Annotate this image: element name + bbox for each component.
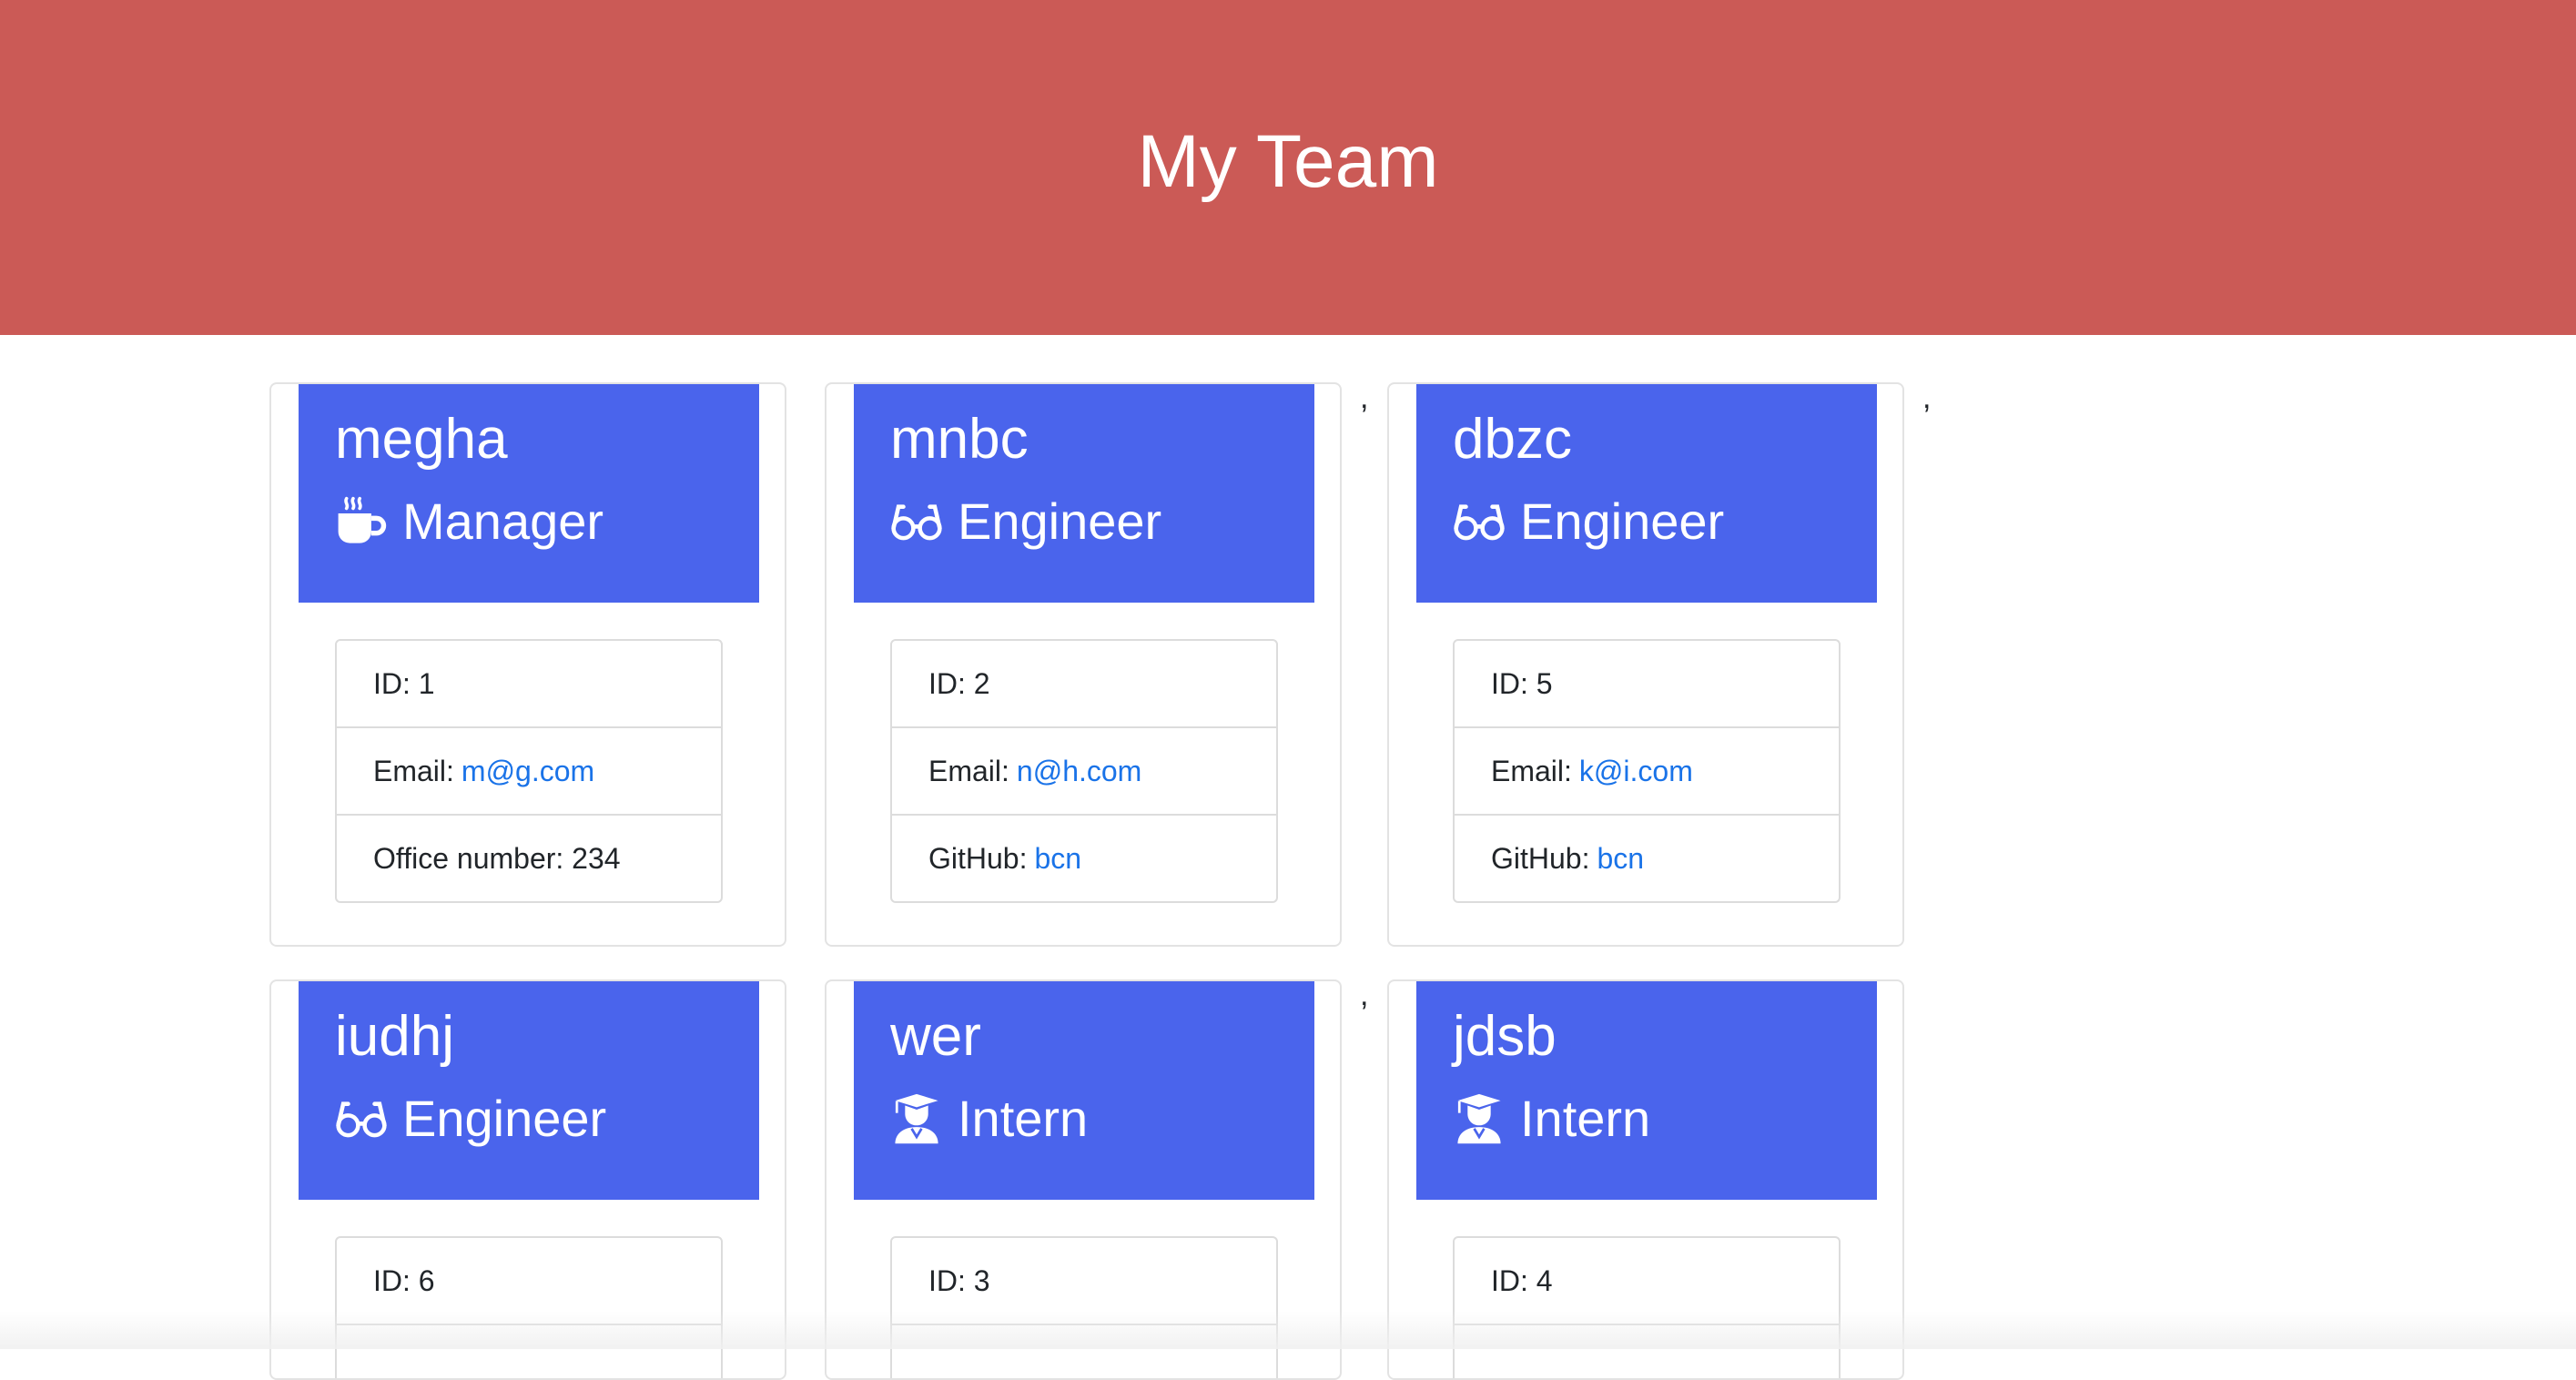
email-label: Email: <box>1491 754 1572 787</box>
list-item-github: GitHub: bcn <box>892 816 1276 901</box>
glasses-icon <box>335 1092 388 1145</box>
role-label: Intern <box>958 1090 1089 1147</box>
office-number-text: Office number: 234 <box>373 841 621 875</box>
email-label: Email: <box>928 754 1009 787</box>
employee-role: Manager <box>335 495 603 548</box>
employee-name: wer <box>890 1005 981 1068</box>
separator-comma: , <box>1922 381 1932 415</box>
github-label: GitHub: <box>1491 841 1590 875</box>
card-header: mnbc Engineer <box>854 384 1314 603</box>
employee-role: Engineer <box>335 1092 606 1145</box>
list-item-id: ID: 5 <box>1455 641 1839 728</box>
github-link[interactable]: bcn <box>1034 842 1081 876</box>
role-label: Engineer <box>402 1090 607 1147</box>
employee-info-list: ID: 1 Email: m@g.com Office number: 234 <box>335 639 723 903</box>
separator-comma: , <box>1360 381 1369 415</box>
list-item-office: Office number: 234 <box>337 816 721 901</box>
role-label: Intern <box>1520 1090 1651 1147</box>
id-text: ID: 5 <box>1491 666 1553 700</box>
github-label: GitHub: <box>928 841 1028 875</box>
email-link[interactable]: m@g.com <box>461 755 594 788</box>
card-header: dbzc Engineer <box>1416 384 1877 603</box>
employee-info-list: ID: 4 <box>1453 1236 1841 1378</box>
employee-card-dbzc: dbzc Engineer ID: 5 Email: k@i.com GitHub… <box>1387 382 1904 947</box>
graduate-icon <box>1453 1092 1506 1145</box>
list-item-id: ID: 1 <box>337 641 721 728</box>
card-header: iudhj Engineer <box>299 981 759 1200</box>
email-link[interactable]: n@h.com <box>1017 755 1141 788</box>
employee-name: jdsb <box>1453 1005 1557 1068</box>
card-header: jdsb Intern <box>1416 981 1877 1200</box>
id-text: ID: 4 <box>1491 1263 1553 1297</box>
email-link[interactable]: k@i.com <box>1579 755 1693 788</box>
id-text: ID: 3 <box>928 1263 990 1297</box>
employee-name: dbzc <box>1453 408 1572 471</box>
employee-role: Intern <box>890 1092 1088 1145</box>
list-item-github: GitHub: bcn <box>1455 816 1839 901</box>
employee-card-mnbc: mnbc Engineer ID: 2 Email: n@h.com GitHub… <box>825 382 1342 947</box>
employee-info-list: ID: 5 Email: k@i.com GitHub: bcn <box>1453 639 1841 903</box>
list-item-email: Email: m@g.com <box>337 728 721 816</box>
role-label: Engineer <box>958 492 1162 550</box>
employee-info-list: ID: 6 <box>335 1236 723 1378</box>
card-header: wer Intern <box>854 981 1314 1200</box>
coffee-mug-icon <box>335 495 388 548</box>
employee-card-megha: megha Manager ID: 1 Email: m@g.com Office… <box>269 382 786 947</box>
employee-name: iudhj <box>335 1005 454 1068</box>
employee-role: Intern <box>1453 1092 1650 1145</box>
bottom-scroll-fade <box>0 1311 2576 1349</box>
employee-info-list: ID: 3 <box>890 1236 1278 1378</box>
employee-role: Engineer <box>1453 495 1724 548</box>
employee-name: mnbc <box>890 408 1029 471</box>
separator-comma: , <box>1360 978 1369 1012</box>
glasses-icon <box>890 495 943 548</box>
card-header: megha Manager <box>299 384 759 603</box>
list-item-email: Email: n@h.com <box>892 728 1276 816</box>
page-title: My Team <box>1137 120 1439 203</box>
id-text: ID: 1 <box>373 666 435 700</box>
list-item-id: ID: 2 <box>892 641 1276 728</box>
page-header: My Team <box>0 0 2576 335</box>
employee-info-list: ID: 2 Email: n@h.com GitHub: bcn <box>890 639 1278 903</box>
email-label: Email: <box>373 754 454 787</box>
id-text: ID: 6 <box>373 1263 435 1297</box>
role-label: Engineer <box>1520 492 1725 550</box>
graduate-icon <box>890 1092 943 1145</box>
glasses-icon <box>1453 495 1506 548</box>
id-text: ID: 2 <box>928 666 990 700</box>
github-link[interactable]: bcn <box>1597 842 1644 876</box>
role-label: Manager <box>402 492 604 550</box>
employee-role: Engineer <box>890 495 1161 548</box>
employee-name: megha <box>335 408 508 471</box>
list-item-email: Email: k@i.com <box>1455 728 1839 816</box>
